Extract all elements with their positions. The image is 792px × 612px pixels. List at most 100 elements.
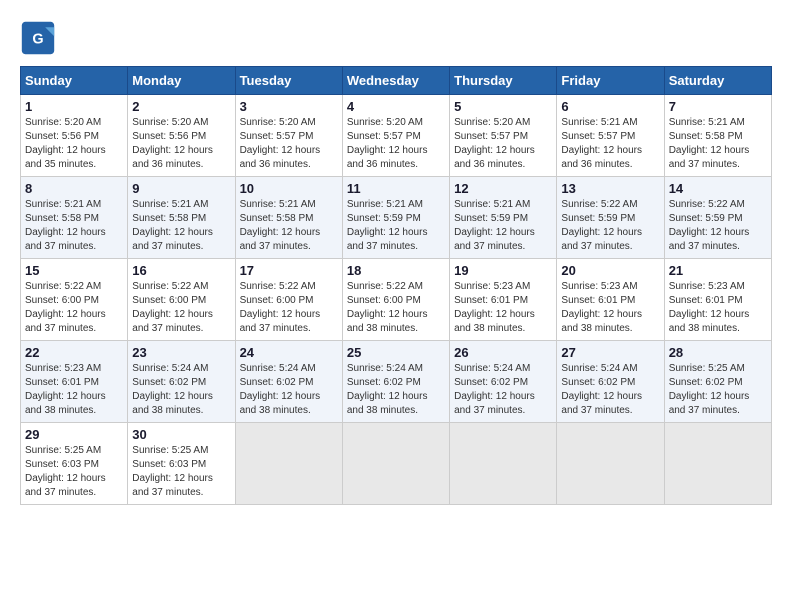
- sunrise-label: Sunrise: 5:21 AM: [240, 199, 316, 210]
- day-number: 15: [25, 263, 123, 278]
- daylight-label: Daylight: 12 hours and 37 minutes.: [347, 227, 428, 252]
- sunrise-label: Sunrise: 5:22 AM: [132, 281, 208, 292]
- calendar-cell: 2 Sunrise: 5:20 AM Sunset: 5:56 PM Dayli…: [128, 95, 235, 177]
- day-info: Sunrise: 5:21 AM Sunset: 5:59 PM Dayligh…: [454, 198, 552, 254]
- day-number: 28: [669, 345, 767, 360]
- sunrise-label: Sunrise: 5:21 AM: [561, 117, 637, 128]
- sunset-label: Sunset: 6:03 PM: [25, 459, 99, 470]
- sunset-label: Sunset: 5:58 PM: [669, 131, 743, 142]
- sunset-label: Sunset: 5:57 PM: [454, 131, 528, 142]
- sunrise-label: Sunrise: 5:24 AM: [454, 363, 530, 374]
- sunrise-label: Sunrise: 5:24 AM: [347, 363, 423, 374]
- calendar-cell: 9 Sunrise: 5:21 AM Sunset: 5:58 PM Dayli…: [128, 177, 235, 259]
- calendar-cell: 12 Sunrise: 5:21 AM Sunset: 5:59 PM Dayl…: [450, 177, 557, 259]
- daylight-label: Daylight: 12 hours and 37 minutes.: [25, 473, 106, 498]
- calendar-cell: 3 Sunrise: 5:20 AM Sunset: 5:57 PM Dayli…: [235, 95, 342, 177]
- calendar-cell: 17 Sunrise: 5:22 AM Sunset: 6:00 PM Dayl…: [235, 259, 342, 341]
- day-number: 21: [669, 263, 767, 278]
- sunrise-label: Sunrise: 5:24 AM: [561, 363, 637, 374]
- day-number: 16: [132, 263, 230, 278]
- logo: G: [20, 20, 60, 56]
- day-info: Sunrise: 5:21 AM Sunset: 5:57 PM Dayligh…: [561, 116, 659, 172]
- sunset-label: Sunset: 6:02 PM: [132, 377, 206, 388]
- calendar-cell: [557, 423, 664, 505]
- calendar-week-row: 1 Sunrise: 5:20 AM Sunset: 5:56 PM Dayli…: [21, 95, 772, 177]
- calendar-cell: 14 Sunrise: 5:22 AM Sunset: 5:59 PM Dayl…: [664, 177, 771, 259]
- sunrise-label: Sunrise: 5:25 AM: [132, 445, 208, 456]
- day-info: Sunrise: 5:21 AM Sunset: 5:58 PM Dayligh…: [669, 116, 767, 172]
- daylight-label: Daylight: 12 hours and 36 minutes.: [454, 145, 535, 170]
- day-number: 30: [132, 427, 230, 442]
- day-number: 3: [240, 99, 338, 114]
- daylight-label: Daylight: 12 hours and 37 minutes.: [669, 391, 750, 416]
- logo-icon: G: [20, 20, 56, 56]
- calendar-cell: 20 Sunrise: 5:23 AM Sunset: 6:01 PM Dayl…: [557, 259, 664, 341]
- header-monday: Monday: [128, 67, 235, 95]
- day-info: Sunrise: 5:23 AM Sunset: 6:01 PM Dayligh…: [561, 280, 659, 336]
- daylight-label: Daylight: 12 hours and 37 minutes.: [561, 391, 642, 416]
- day-number: 22: [25, 345, 123, 360]
- sunset-label: Sunset: 6:02 PM: [454, 377, 528, 388]
- daylight-label: Daylight: 12 hours and 37 minutes.: [454, 227, 535, 252]
- sunrise-label: Sunrise: 5:23 AM: [669, 281, 745, 292]
- daylight-label: Daylight: 12 hours and 37 minutes.: [25, 309, 106, 334]
- calendar-cell: 5 Sunrise: 5:20 AM Sunset: 5:57 PM Dayli…: [450, 95, 557, 177]
- day-number: 25: [347, 345, 445, 360]
- sunset-label: Sunset: 6:01 PM: [25, 377, 99, 388]
- calendar-cell: 1 Sunrise: 5:20 AM Sunset: 5:56 PM Dayli…: [21, 95, 128, 177]
- sunrise-label: Sunrise: 5:22 AM: [25, 281, 101, 292]
- calendar-week-row: 15 Sunrise: 5:22 AM Sunset: 6:00 PM Dayl…: [21, 259, 772, 341]
- day-info: Sunrise: 5:23 AM Sunset: 6:01 PM Dayligh…: [454, 280, 552, 336]
- sunset-label: Sunset: 6:00 PM: [240, 295, 314, 306]
- sunset-label: Sunset: 6:00 PM: [347, 295, 421, 306]
- day-number: 24: [240, 345, 338, 360]
- daylight-label: Daylight: 12 hours and 37 minutes.: [132, 309, 213, 334]
- calendar-cell: 13 Sunrise: 5:22 AM Sunset: 5:59 PM Dayl…: [557, 177, 664, 259]
- header-saturday: Saturday: [664, 67, 771, 95]
- day-number: 2: [132, 99, 230, 114]
- sunset-label: Sunset: 6:01 PM: [561, 295, 635, 306]
- sunset-label: Sunset: 5:57 PM: [347, 131, 421, 142]
- calendar-cell: 29 Sunrise: 5:25 AM Sunset: 6:03 PM Dayl…: [21, 423, 128, 505]
- sunrise-label: Sunrise: 5:20 AM: [454, 117, 530, 128]
- daylight-label: Daylight: 12 hours and 37 minutes.: [669, 145, 750, 170]
- calendar-cell: 16 Sunrise: 5:22 AM Sunset: 6:00 PM Dayl…: [128, 259, 235, 341]
- day-number: 29: [25, 427, 123, 442]
- day-number: 18: [347, 263, 445, 278]
- calendar-cell: 8 Sunrise: 5:21 AM Sunset: 5:58 PM Dayli…: [21, 177, 128, 259]
- day-info: Sunrise: 5:24 AM Sunset: 6:02 PM Dayligh…: [561, 362, 659, 418]
- day-info: Sunrise: 5:25 AM Sunset: 6:02 PM Dayligh…: [669, 362, 767, 418]
- daylight-label: Daylight: 12 hours and 36 minutes.: [240, 145, 321, 170]
- calendar-cell: 15 Sunrise: 5:22 AM Sunset: 6:00 PM Dayl…: [21, 259, 128, 341]
- daylight-label: Daylight: 12 hours and 36 minutes.: [561, 145, 642, 170]
- day-number: 1: [25, 99, 123, 114]
- sunset-label: Sunset: 5:58 PM: [240, 213, 314, 224]
- day-info: Sunrise: 5:22 AM Sunset: 6:00 PM Dayligh…: [347, 280, 445, 336]
- sunset-label: Sunset: 5:59 PM: [561, 213, 635, 224]
- day-info: Sunrise: 5:25 AM Sunset: 6:03 PM Dayligh…: [25, 444, 123, 500]
- day-number: 4: [347, 99, 445, 114]
- day-info: Sunrise: 5:21 AM Sunset: 5:58 PM Dayligh…: [132, 198, 230, 254]
- sunset-label: Sunset: 5:59 PM: [669, 213, 743, 224]
- sunset-label: Sunset: 5:58 PM: [25, 213, 99, 224]
- calendar-cell: 21 Sunrise: 5:23 AM Sunset: 6:01 PM Dayl…: [664, 259, 771, 341]
- calendar-cell: [342, 423, 449, 505]
- calendar-cell: 23 Sunrise: 5:24 AM Sunset: 6:02 PM Dayl…: [128, 341, 235, 423]
- sunset-label: Sunset: 5:58 PM: [132, 213, 206, 224]
- sunrise-label: Sunrise: 5:24 AM: [132, 363, 208, 374]
- day-info: Sunrise: 5:20 AM Sunset: 5:56 PM Dayligh…: [25, 116, 123, 172]
- day-info: Sunrise: 5:20 AM Sunset: 5:56 PM Dayligh…: [132, 116, 230, 172]
- day-info: Sunrise: 5:22 AM Sunset: 6:00 PM Dayligh…: [240, 280, 338, 336]
- sunset-label: Sunset: 6:01 PM: [454, 295, 528, 306]
- sunrise-label: Sunrise: 5:21 AM: [454, 199, 530, 210]
- calendar-week-row: 8 Sunrise: 5:21 AM Sunset: 5:58 PM Dayli…: [21, 177, 772, 259]
- day-info: Sunrise: 5:24 AM Sunset: 6:02 PM Dayligh…: [240, 362, 338, 418]
- calendar-week-row: 22 Sunrise: 5:23 AM Sunset: 6:01 PM Dayl…: [21, 341, 772, 423]
- day-number: 8: [25, 181, 123, 196]
- day-info: Sunrise: 5:25 AM Sunset: 6:03 PM Dayligh…: [132, 444, 230, 500]
- calendar-cell: [235, 423, 342, 505]
- svg-text:G: G: [32, 31, 43, 47]
- sunrise-label: Sunrise: 5:22 AM: [240, 281, 316, 292]
- sunset-label: Sunset: 6:02 PM: [347, 377, 421, 388]
- daylight-label: Daylight: 12 hours and 37 minutes.: [132, 473, 213, 498]
